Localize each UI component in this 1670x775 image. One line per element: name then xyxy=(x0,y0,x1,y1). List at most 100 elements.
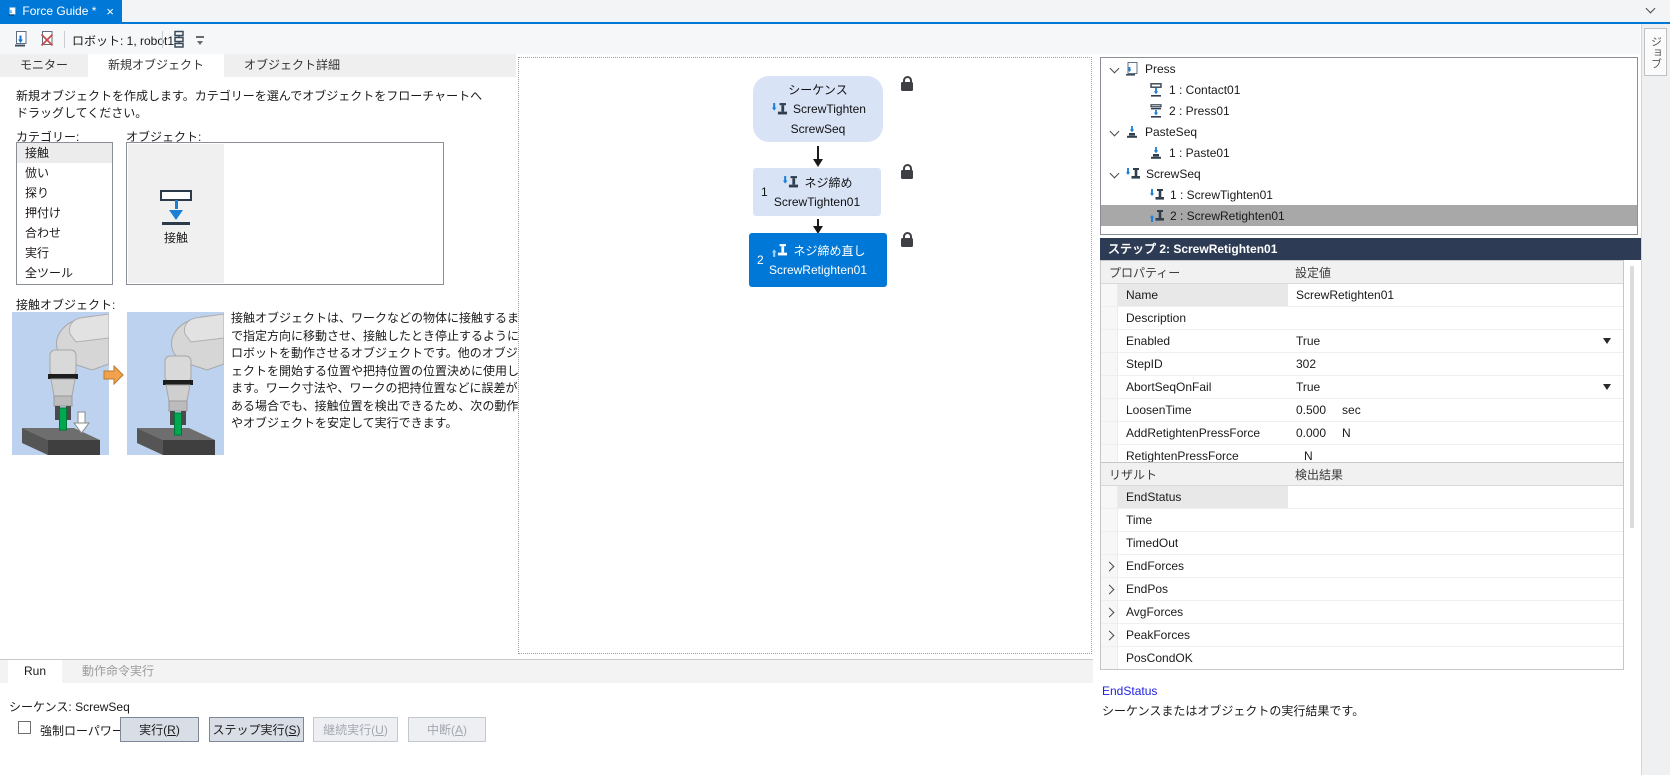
property-grid: プロパティー 設定値 Name ScrewRetighten01 Descrip… xyxy=(1100,260,1624,468)
result-column-header: リザルト xyxy=(1101,466,1287,483)
toolbar-separator xyxy=(162,31,163,48)
force-guide-icon xyxy=(8,5,16,18)
screw-tighten-icon xyxy=(781,175,799,190)
chevron-right-icon[interactable] xyxy=(1104,630,1114,640)
flowchart-view-button[interactable] xyxy=(168,28,190,50)
tree-item-press[interactable]: Press xyxy=(1101,58,1637,79)
result-grid-header: リザルト 検出結果 xyxy=(1101,463,1623,486)
result-row-endstatus: EndStatus xyxy=(1101,486,1623,509)
chevron-down-icon[interactable] xyxy=(1109,127,1119,137)
tab-run[interactable]: Run xyxy=(8,660,62,683)
object-tile-contact[interactable]: 接触 xyxy=(128,144,224,283)
tab-title: Force Guide * xyxy=(22,4,96,18)
category-item-probe[interactable]: 探り xyxy=(17,183,112,203)
continue-run-button: 継続実行(U) xyxy=(313,717,398,742)
tree-item-screwseq[interactable]: ScrewSeq xyxy=(1101,163,1637,184)
result-value-column-header: 検出結果 xyxy=(1287,466,1623,483)
category-item-exec[interactable]: 実行 xyxy=(17,243,112,263)
property-row-stepid: StepID 302 xyxy=(1101,353,1623,376)
node-title: ScrewTighten xyxy=(793,102,866,116)
node-name: ScrewTighten01 xyxy=(753,192,881,212)
chevron-down-icon[interactable] xyxy=(1109,64,1119,74)
category-item-align[interactable]: 合わせ xyxy=(17,223,112,243)
document-tab-strip: Force Guide * × xyxy=(0,0,1670,22)
chevron-right-icon[interactable] xyxy=(1104,584,1114,594)
lock-icon xyxy=(901,238,913,247)
scrollbar[interactable] xyxy=(1630,266,1634,528)
property-row-enabled: Enabled True xyxy=(1101,330,1623,353)
chevron-down-icon[interactable] xyxy=(1646,4,1656,14)
property-column-header: プロパティー xyxy=(1101,264,1287,281)
contact-icon xyxy=(1149,83,1163,97)
contact-object-description: 接触オブジェクトは、ワークなどの物体に接触するまで指定方向に移動させ、接触したと… xyxy=(231,310,525,433)
result-row-avgforces: AvgForces xyxy=(1101,601,1623,624)
flowchart-node-screwretighten01-selected[interactable]: 2 ネジ締め直し ScrewRetighten01 xyxy=(749,233,887,287)
chevron-down-icon[interactable] xyxy=(1109,169,1119,179)
result-row-timedout: TimedOut xyxy=(1101,532,1623,555)
node-type-label: シーケンス xyxy=(753,79,883,99)
node-name: ScrewSeq xyxy=(753,119,883,139)
contact-icon-stem xyxy=(175,200,178,209)
tree-item-contact01[interactable]: 1 : Contact01 xyxy=(1101,79,1637,100)
flow-arrow-down xyxy=(817,146,819,160)
property-row-description: Description xyxy=(1101,307,1623,330)
force-guide-window: Force Guide * × ロボット: 1, robot1 xyxy=(0,0,1670,775)
chevron-right-icon[interactable] xyxy=(1104,607,1114,617)
flowchart-canvas[interactable] xyxy=(518,57,1092,654)
result-row-peakforces: PeakForces xyxy=(1101,624,1623,647)
tab-force-guide[interactable]: Force Guide * × xyxy=(0,0,122,22)
tab-job[interactable]: ジョブ xyxy=(1644,28,1667,76)
toolbar-separator xyxy=(64,31,65,48)
tree-item-screwtighten01[interactable]: 1 : ScrewTighten01 xyxy=(1101,184,1637,205)
tab-monitor[interactable]: モニター xyxy=(0,54,88,77)
robot-after-contact-image xyxy=(127,312,224,455)
result-row-endpos: EndPos xyxy=(1101,578,1623,601)
category-item-contact[interactable]: 接触 xyxy=(17,143,112,163)
tab-new-object[interactable]: 新規オブジェクト xyxy=(88,54,224,77)
toolbar: ロボット: 1, robot1 xyxy=(0,24,1640,54)
run-button[interactable]: 実行(R) xyxy=(120,717,199,742)
step-header: ステップ 2: ScrewRetighten01 xyxy=(1100,238,1645,260)
dropdown-arrow-icon[interactable] xyxy=(1603,338,1611,344)
node-title: ネジ締め直し xyxy=(793,242,865,259)
screw-tighten-icon xyxy=(770,102,788,117)
save-file-button[interactable] xyxy=(10,28,32,50)
right-edge-strip xyxy=(1641,24,1670,775)
run-panel-tabs: Run 動作命令実行 xyxy=(0,660,1093,683)
tree-item-screwretighten01-selected[interactable]: 2 : ScrewRetighten01 xyxy=(1101,205,1637,226)
paste-icon xyxy=(1149,146,1163,160)
paste-icon xyxy=(1125,125,1139,139)
tree-item-paste01[interactable]: 1 : Paste01 xyxy=(1101,142,1637,163)
tree-item-pasteseq[interactable]: PasteSeq xyxy=(1101,121,1637,142)
property-grid-header: プロパティー 設定値 xyxy=(1101,261,1623,284)
tab-object-detail[interactable]: オブジェクト詳細 xyxy=(224,54,360,77)
category-item-press[interactable]: 押付け xyxy=(17,203,112,223)
toolbar-overflow-icon[interactable] xyxy=(196,36,205,46)
arrow-right-icon xyxy=(102,364,124,386)
arrow-down-icon xyxy=(169,210,183,220)
flowchart-node-screwtighten01[interactable]: 1 ネジ締め ScrewTighten01 xyxy=(753,168,881,216)
result-row-poscondok: PosCondOK xyxy=(1101,647,1623,669)
tab-motion-command: 動作命令実行 xyxy=(66,660,170,683)
tree-item-press01[interactable]: 2 : Press01 xyxy=(1101,100,1637,121)
contact-icon-line xyxy=(162,222,190,225)
category-item-all-tools[interactable]: 全ツール xyxy=(17,263,112,283)
node-index: 1 xyxy=(761,185,768,199)
step-run-button[interactable]: ステップ実行(S) xyxy=(209,717,304,742)
help-property-description: シーケンスまたはオブジェクトの実行結果です。 xyxy=(1102,702,1364,719)
result-grid: リザルト 検出結果 EndStatus Time TimedOut EndFor… xyxy=(1100,462,1624,670)
chevron-right-icon[interactable] xyxy=(1104,561,1114,571)
close-icon[interactable]: × xyxy=(106,5,114,18)
robot-before-contact-image xyxy=(12,312,109,455)
flowchart-node-screwseq[interactable]: シーケンス ScrewTighten ScrewSeq xyxy=(753,76,883,142)
dropdown-arrow-icon[interactable] xyxy=(1603,384,1611,390)
delete-file-button[interactable] xyxy=(36,28,58,50)
node-index: 2 xyxy=(757,253,764,267)
category-listbox: 接触 倣い 探り 押付け 合わせ 実行 全ツール xyxy=(16,142,113,285)
robot-selector[interactable]: ロボット: 1, robot1 xyxy=(72,32,174,49)
sequence-name-label: シーケンス: ScrewSeq xyxy=(9,698,130,715)
force-low-power-checkbox[interactable] xyxy=(18,721,31,734)
result-row-time: Time xyxy=(1101,509,1623,532)
sequence-tree: Press 1 : Contact01 2 : Press01 xyxy=(1100,57,1638,235)
category-item-follow[interactable]: 倣い xyxy=(17,163,112,183)
